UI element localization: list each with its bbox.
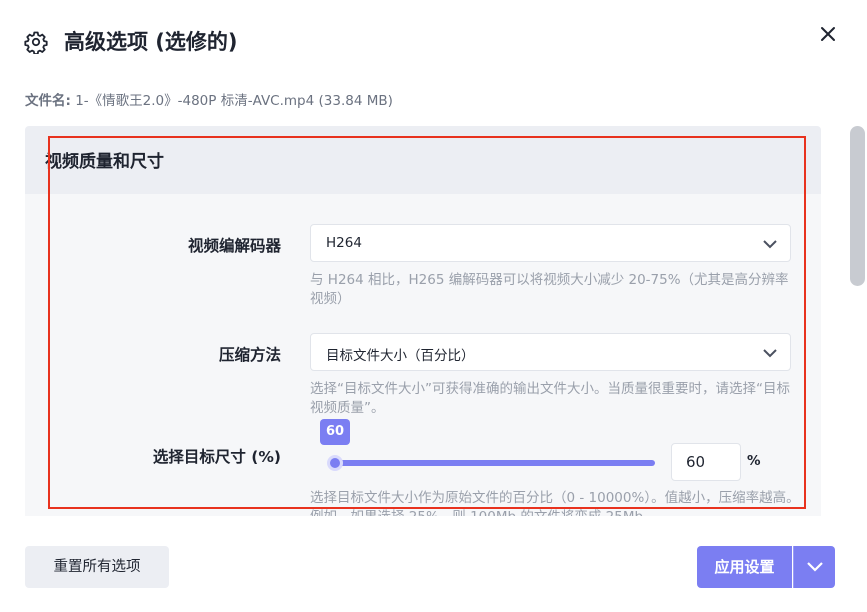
file-info: 文件名: 1-《情歌王2.0》-480P 标清-AVC.mp4 (33.84 M…: [25, 89, 393, 109]
chevron-down-icon: [807, 562, 823, 572]
advanced-options-dialog: 高级选项 (选修的) 文件名: 1-《情歌王2.0》-480P 标清-AVC.m…: [0, 0, 867, 612]
options-scroll-area[interactable]: 视频质量和尺寸 视频编解码器 H264 与 H264 相比，H265 编解码器可…: [25, 126, 821, 516]
chevron-down-icon: [763, 240, 777, 249]
codec-select[interactable]: H264: [310, 224, 791, 262]
dialog-title: 高级选项 (选修的): [64, 30, 238, 54]
gear-icon: [24, 31, 48, 54]
target-size-hint: 选择目标文件大小作为原始文件的百分比（0 - 10000%）。值越小，压缩率越高…: [310, 490, 800, 516]
compression-hint: 选择“目标文件大小”可获得准确的输出文件大小。当质量很重要时，请选择“目标视频质…: [310, 381, 790, 416]
slider-tooltip: 60: [320, 419, 350, 445]
target-size-label: 选择目标尺寸 (%): [152, 448, 281, 466]
compression-value: 目标文件大小（百分比）: [326, 348, 475, 364]
section-title: 视频质量和尺寸: [45, 152, 164, 172]
codec-label: 视频编解码器: [187, 237, 281, 255]
file-label: 文件名:: [25, 93, 71, 109]
chevron-down-icon: [763, 349, 777, 358]
slider-track[interactable]: [335, 460, 655, 466]
scrollbar-thumb[interactable]: [850, 126, 865, 286]
codec-value: H264: [326, 235, 362, 251]
percent-unit: %: [747, 453, 761, 469]
compression-label: 压缩方法: [218, 346, 281, 364]
codec-hint: 与 H264 相比，H265 编解码器可以将视频大小减少 20-75%（尤其是高…: [310, 272, 789, 307]
section-body: 视频编解码器 H264 与 H264 相比，H265 编解码器可以将视频大小减少…: [25, 194, 821, 516]
reset-all-button[interactable]: 重置所有选项: [25, 546, 169, 588]
section-header: 视频质量和尺寸: [25, 126, 821, 194]
apply-settings-button[interactable]: 应用设置: [697, 546, 792, 588]
slider-thumb[interactable]: [327, 455, 343, 471]
compression-select[interactable]: 目标文件大小（百分比）: [310, 333, 791, 371]
target-size-input[interactable]: 60: [671, 443, 741, 481]
apply-dropdown-button[interactable]: [793, 546, 835, 588]
file-name: 1-《情歌王2.0》-480P 标清-AVC.mp4 (33.84 MB): [75, 93, 393, 109]
close-icon[interactable]: [814, 20, 842, 48]
